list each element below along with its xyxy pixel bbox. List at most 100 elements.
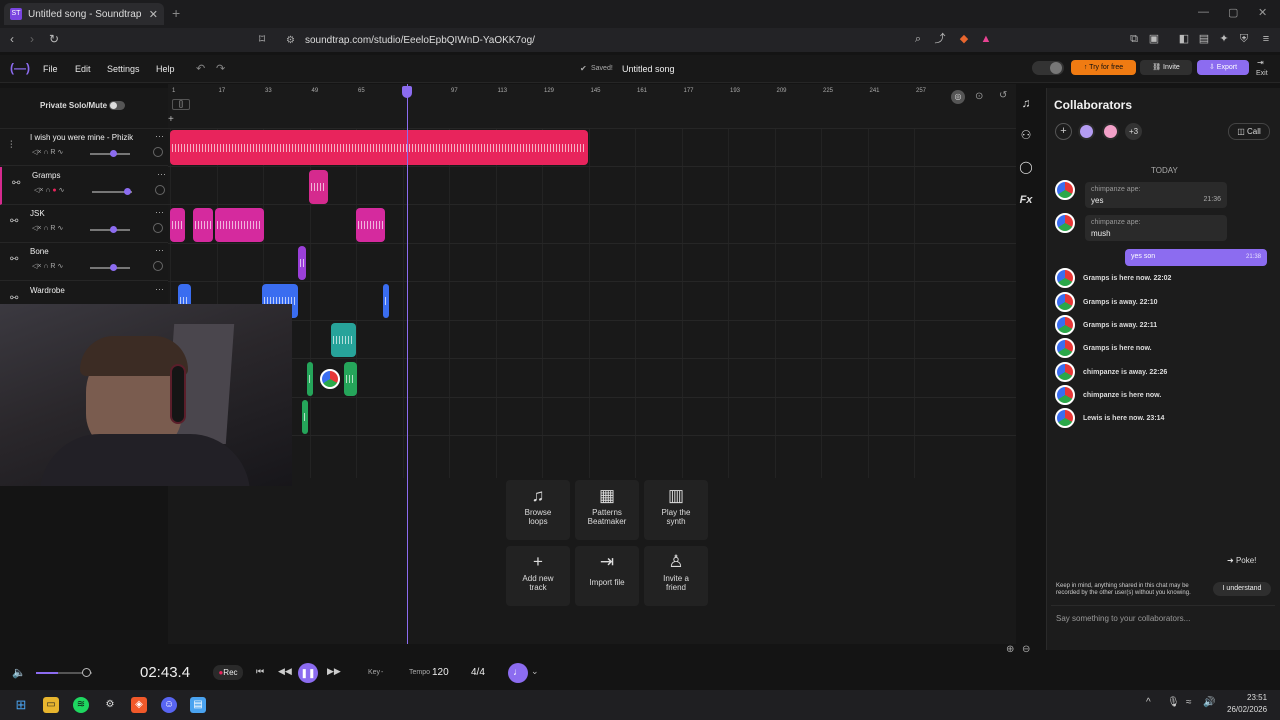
menu-file[interactable]: File [43,64,58,74]
track-more-icon[interactable]: ⋯ [155,284,164,295]
chevron-down-icon[interactable]: ⌄ [531,666,539,677]
zoom-out-icon[interactable]: ⊖ [1022,644,1030,655]
audio-clip[interactable] [170,208,185,242]
close-tab-icon[interactable]: ✕ [149,8,158,21]
audio-clip[interactable] [344,362,357,396]
track-more-icon[interactable]: ⋯ [155,245,164,256]
track-more-icon[interactable]: ⋯ [155,207,164,218]
rewind-icon[interactable]: ◀◀ [278,666,292,677]
add-track-icon[interactable]: + [168,114,174,125]
automation-icon[interactable]: ∿ [57,225,63,232]
tuner-icon[interactable]: ♩ [508,663,528,683]
poke-button[interactable]: ➜ Poke! [1227,556,1256,565]
mute-icon[interactable]: ◁× [32,149,41,156]
avatar[interactable] [1078,123,1095,140]
loop-region-icon[interactable]: [] [172,99,190,110]
record-arm-button[interactable]: R [50,225,55,232]
wallet-icon[interactable]: ▤ [1198,33,1210,45]
clock-date[interactable]: 26/02/2026 [1227,705,1267,714]
minimize-icon[interactable]: — [1198,6,1209,18]
reload-icon[interactable]: ↻ [49,32,59,46]
fast-forward-icon[interactable]: ▶▶ [327,666,341,677]
song-title[interactable]: Untitled song [622,64,675,74]
track-name[interactable]: Wardrobe [30,286,65,295]
spotify-icon[interactable]: ≋ [73,697,89,713]
playhead-handle[interactable] [402,86,412,98]
export-button[interactable]: ⇩ Export [1197,60,1249,75]
volume-slider[interactable] [90,150,130,157]
loops-music-icon[interactable]: ♫ [1017,94,1035,112]
clock-time[interactable]: 23:51 [1247,693,1267,702]
track-name[interactable]: Gramps [32,171,60,180]
bookmark-icon[interactable]: ⌑ [259,32,265,46]
play-synth-button[interactable]: ▥ Play the synth [644,480,708,540]
settings-icon[interactable]: ⚙ [102,697,118,713]
vpn-icon[interactable]: ⛨ [1238,33,1250,45]
brave-rewards-icon[interactable]: ▲ [980,33,992,45]
brave-browser-icon[interactable]: ◈ [131,697,147,713]
volume-knob[interactable] [110,264,117,271]
chat-input[interactable]: Say something to your collaborators... [1051,605,1275,629]
time-signature[interactable]: 4/4 [471,667,485,678]
pause-button[interactable]: ❚❚ [298,663,318,683]
sidebar-toggle-icon[interactable]: ▣ [1148,33,1160,45]
automation-icon[interactable]: ∿ [59,187,65,194]
redo-icon[interactable]: ↷ [216,62,225,75]
track-row[interactable]: ⚯ Gramps ⋯ ◁× ∩ ● ∿ [0,167,168,205]
audio-clip[interactable] [309,170,328,204]
tempo-value[interactable]: 120 [432,667,449,678]
microphone-icon[interactable]: 🎙 [1167,697,1180,708]
audio-clip[interactable] [383,284,389,318]
audio-clip[interactable] [331,323,356,357]
audio-clip[interactable] [307,362,313,396]
track-name[interactable]: Bone [30,247,49,256]
volume-icon[interactable]: 🔈 [12,666,26,679]
mute-icon[interactable]: ◁× [34,187,43,194]
speaker-icon[interactable]: 🔊 [1203,697,1215,708]
record-arm-button[interactable]: R [50,149,55,156]
record-arm-button[interactable]: R [50,263,55,270]
track-more-icon[interactable]: ⋯ [155,131,164,142]
headphones-icon[interactable]: ∩ [45,187,50,194]
target-icon[interactable]: ⊙ [975,91,983,102]
notepad-icon[interactable]: ▤ [190,697,206,713]
invite-friend-button[interactable]: ♙ Invite a friend [644,546,708,606]
sidepanel-icon[interactable]: ◧ [1178,33,1190,45]
call-button[interactable]: ◫ Call [1228,123,1270,140]
automation-icon[interactable]: ∿ [57,263,63,270]
audio-clip[interactable] [193,208,213,242]
master-volume-slider[interactable] [36,668,92,677]
new-tab-icon[interactable]: + [172,5,180,21]
key-value[interactable]: - [381,669,383,676]
audio-clip[interactable] [215,208,264,242]
record-active-icon[interactable]: ● [52,187,56,194]
metronome-icon[interactable]: ◎ [951,90,965,104]
add-new-track-button[interactable]: + Add new track [506,546,570,606]
effects-fx-icon[interactable]: Fx [1017,191,1035,209]
tray-chevron-icon[interactable]: ^ [1146,697,1151,708]
leo-ai-icon[interactable]: ✦ [1218,33,1230,45]
track-row[interactable]: ⚯ JSK ⋯ ◁× ∩ R ∿ [0,205,168,243]
undo-icon[interactable]: ↶ [196,62,205,75]
menu-help[interactable]: Help [156,64,175,74]
pan-knob[interactable] [155,185,165,195]
theme-toggle[interactable] [1032,61,1064,75]
volume-slider[interactable] [92,188,132,195]
invite-button[interactable]: ⛓ Invite [1140,60,1192,75]
zoom-in-icon[interactable]: ⊕ [1006,644,1014,655]
chat-icon[interactable]: ◯ [1017,158,1035,176]
volume-knob[interactable] [124,188,131,195]
windows-start-icon[interactable]: ⊞ [13,697,29,713]
wifi-icon[interactable]: ≈ [1186,697,1192,708]
i-understand-button[interactable]: I understand [1213,582,1271,596]
volume-knob[interactable] [110,150,117,157]
site-info-icon[interactable]: ⚙ [286,32,295,49]
loop-icon[interactable]: ↺ [999,90,1007,101]
volume-slider[interactable] [90,226,130,233]
more-collaborators-badge[interactable]: +3 [1125,123,1142,140]
volume-knob[interactable] [110,226,117,233]
browser-menu-icon[interactable]: ≡ [1260,33,1272,45]
track-name[interactable]: I wish you were mine - Phizik [30,133,133,142]
headphones-icon[interactable]: ∩ [43,225,48,232]
discord-icon[interactable]: ☺ [161,697,177,713]
